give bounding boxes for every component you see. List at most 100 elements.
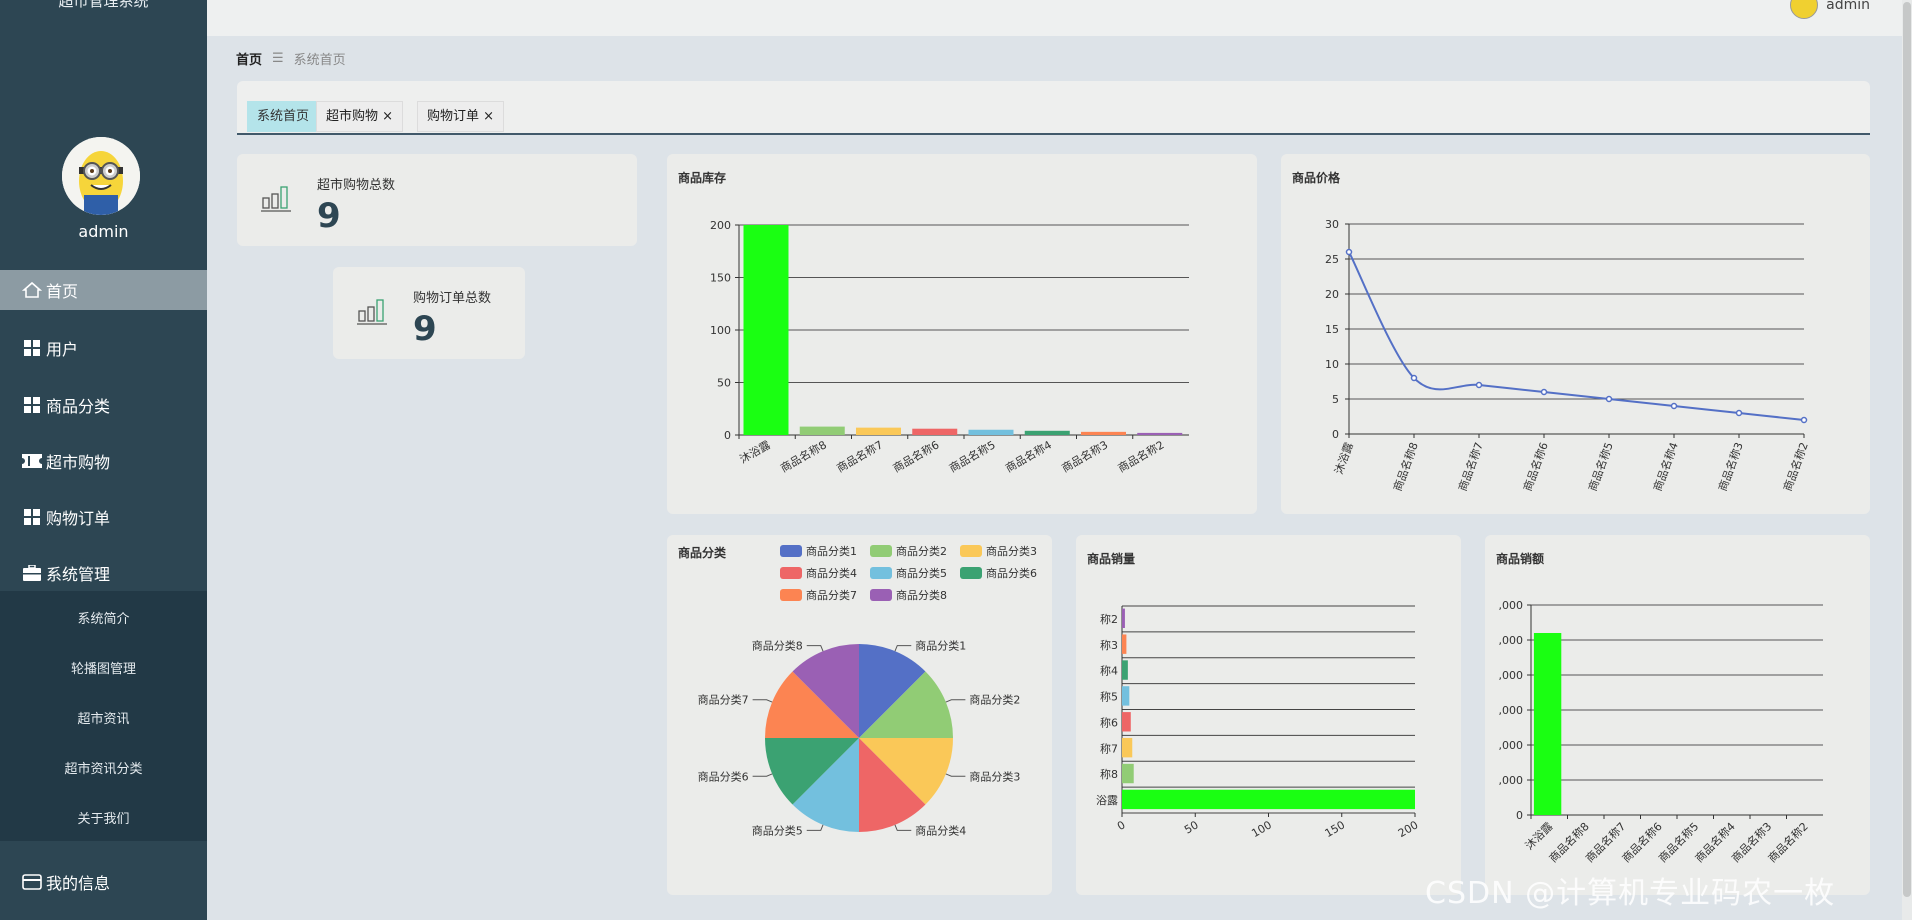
tab-orders[interactable]: 购物订单 × — [417, 101, 505, 132]
sidebar-username: admin — [78, 222, 129, 241]
x-tick-label: 商品名称2 — [1115, 437, 1166, 475]
breadcrumb-separator-icon: ☰ — [272, 51, 284, 66]
y-tick-label: 浴露 — [1096, 794, 1118, 807]
close-icon[interactable]: × — [378, 109, 393, 124]
sidebar-item-my-info[interactable]: 我的信息 — [0, 862, 207, 902]
y-tick-label: 10 — [1325, 358, 1339, 371]
y-tick-label: ,000 — [1499, 704, 1524, 717]
pie-label: 商品分类2 — [969, 693, 1020, 707]
legend-swatch — [870, 545, 892, 557]
sidebar-item-shopping[interactable]: 超市购物 — [0, 441, 207, 481]
x-tick-label: 商品名称6 — [1520, 440, 1551, 493]
y-tick-label: 0 — [724, 429, 731, 442]
data-point — [1800, 416, 1808, 424]
stat-value: 9 — [317, 196, 341, 236]
x-tick-label: 商品名称8 — [1390, 440, 1421, 493]
y-tick-label: 称8 — [1100, 767, 1118, 781]
data-point — [1410, 374, 1418, 382]
y-tick-label: 0 — [1332, 428, 1339, 441]
submenu-item-news[interactable]: 超市资讯 — [0, 708, 207, 727]
y-tick-label: 100 — [710, 324, 731, 337]
sidebar-item-home[interactable]: 首页 — [0, 270, 207, 310]
submenu-item-about[interactable]: 关于我们 — [0, 808, 207, 827]
tab-shopping[interactable]: 超市购物 × — [316, 101, 404, 132]
chart-card-sales-amount: 商品销额 0,000,000,000,000,000,000 沐浴露 商品名称8 商品… — [1485, 535, 1870, 895]
pie-label: 商品分类7 — [698, 693, 749, 707]
y-tick-label: 150 — [710, 272, 731, 285]
y-tick-label: 5 — [1332, 393, 1339, 406]
label-line — [894, 645, 912, 652]
page-scrollbar[interactable] — [1902, 0, 1912, 920]
label-line — [752, 773, 773, 777]
label-line — [806, 824, 824, 831]
sidebar-item-label: 首页 — [46, 282, 79, 301]
sidebar-item-system[interactable]: 系统管理 — [0, 553, 207, 593]
chart-card-category: 商品分类 商品分类1 商品分类2 商品分类3 商品分类4 商品分类5 商品分类6 商品分类7… — [667, 535, 1052, 895]
system-submenu: 系统简介 轮播图管理 超市资讯 超市资讯分类 关于我们 — [0, 591, 207, 841]
label-line — [894, 824, 912, 831]
label-line — [752, 699, 773, 703]
pie-label: 商品分类8 — [752, 639, 803, 653]
chart-card-sales-qty: 商品销量 浴露 称8 称7 称6 称5 称4 称3 称2 0 50 100 150 200 — [1076, 535, 1461, 895]
avatar[interactable] — [62, 137, 140, 215]
bar — [1122, 634, 1127, 654]
pie-label: 商品分类3 — [969, 769, 1020, 783]
x-tick-label: 商品名称7 — [834, 437, 885, 475]
stat-label: 超市购物总数 — [317, 178, 396, 193]
legend-label: 商品分类2 — [896, 544, 947, 558]
sales-qty-chart: 浴露 称8 称7 称6 称5 称4 称3 称2 0 50 100 150 200 — [1096, 605, 1421, 840]
sidebar-item-category[interactable]: 商品分类 — [0, 385, 207, 425]
submenu-item-intro[interactable]: 系统简介 — [0, 608, 207, 627]
x-tick-label: 商品名称6 — [890, 437, 941, 475]
y-tick-label: 称7 — [1100, 741, 1118, 755]
tab-dashboard[interactable]: 系统首页 — [247, 101, 320, 132]
bar — [799, 426, 845, 435]
bar-chart-icon — [357, 297, 389, 331]
top-user-menu[interactable]: admin — [1790, 0, 1870, 19]
breadcrumb: 首页 ☰ 系统首页 — [236, 49, 346, 68]
pie-label: 商品分类6 — [698, 769, 749, 783]
x-tick-label: 商品名称5 — [1585, 440, 1616, 493]
y-tick-label: ,000 — [1499, 669, 1524, 682]
legend-label: 商品分类5 — [896, 566, 947, 580]
data-point — [1605, 395, 1613, 403]
ticket-icon — [22, 452, 42, 470]
legend-label: 商品分类4 — [806, 566, 857, 580]
y-tick-label: 称4 — [1100, 664, 1118, 678]
y-tick-label: 25 — [1325, 253, 1339, 266]
user-avatar-icon — [1790, 0, 1819, 19]
bar — [743, 225, 789, 435]
x-tick-label: 沐浴露 — [1523, 820, 1556, 853]
scrollbar-thumb[interactable] — [1903, 2, 1911, 897]
price-line — [1348, 251, 1805, 421]
bar — [1122, 737, 1133, 758]
submenu-item-carousel[interactable]: 轮播图管理 — [0, 658, 207, 677]
legend-swatch — [780, 589, 802, 601]
bar — [1122, 686, 1130, 706]
category-pie-chart: 商品分类1 商品分类2 商品分类3 商品分类4 商品分类5 商品分类6 商品分类7 商品分类8… — [698, 544, 1037, 837]
tab-label: 购物订单 — [427, 109, 480, 124]
x-tick-label: 商品名称2 — [1765, 819, 1811, 865]
sidebar-item-orders[interactable]: 购物订单 — [0, 497, 207, 537]
grid-icon — [22, 339, 42, 357]
legend-label: 商品分类1 — [806, 544, 857, 558]
y-tick-label: ,000 — [1499, 739, 1524, 752]
pie-label: 商品分类4 — [915, 823, 966, 837]
bar — [1122, 660, 1128, 680]
pie-label: 商品分类5 — [752, 823, 803, 837]
x-tick-label: 200 — [1396, 818, 1421, 840]
x-tick-label: 商品名称2 — [1780, 440, 1811, 493]
sidebar-item-users[interactable]: 用户 — [0, 328, 207, 368]
bar — [912, 428, 958, 435]
data-point — [1735, 409, 1743, 417]
submenu-item-news-category[interactable]: 超市资讯分类 — [0, 758, 207, 777]
y-tick-label: 0 — [1516, 809, 1523, 822]
data-point — [1670, 402, 1678, 410]
grid-icon — [22, 508, 42, 526]
close-icon[interactable]: × — [479, 109, 494, 124]
breadcrumb-home[interactable]: 首页 — [236, 49, 262, 68]
bar — [1533, 633, 1562, 815]
grid-icon — [22, 396, 42, 414]
sidebar-item-label: 系统管理 — [46, 565, 111, 584]
legend-swatch — [960, 567, 982, 579]
